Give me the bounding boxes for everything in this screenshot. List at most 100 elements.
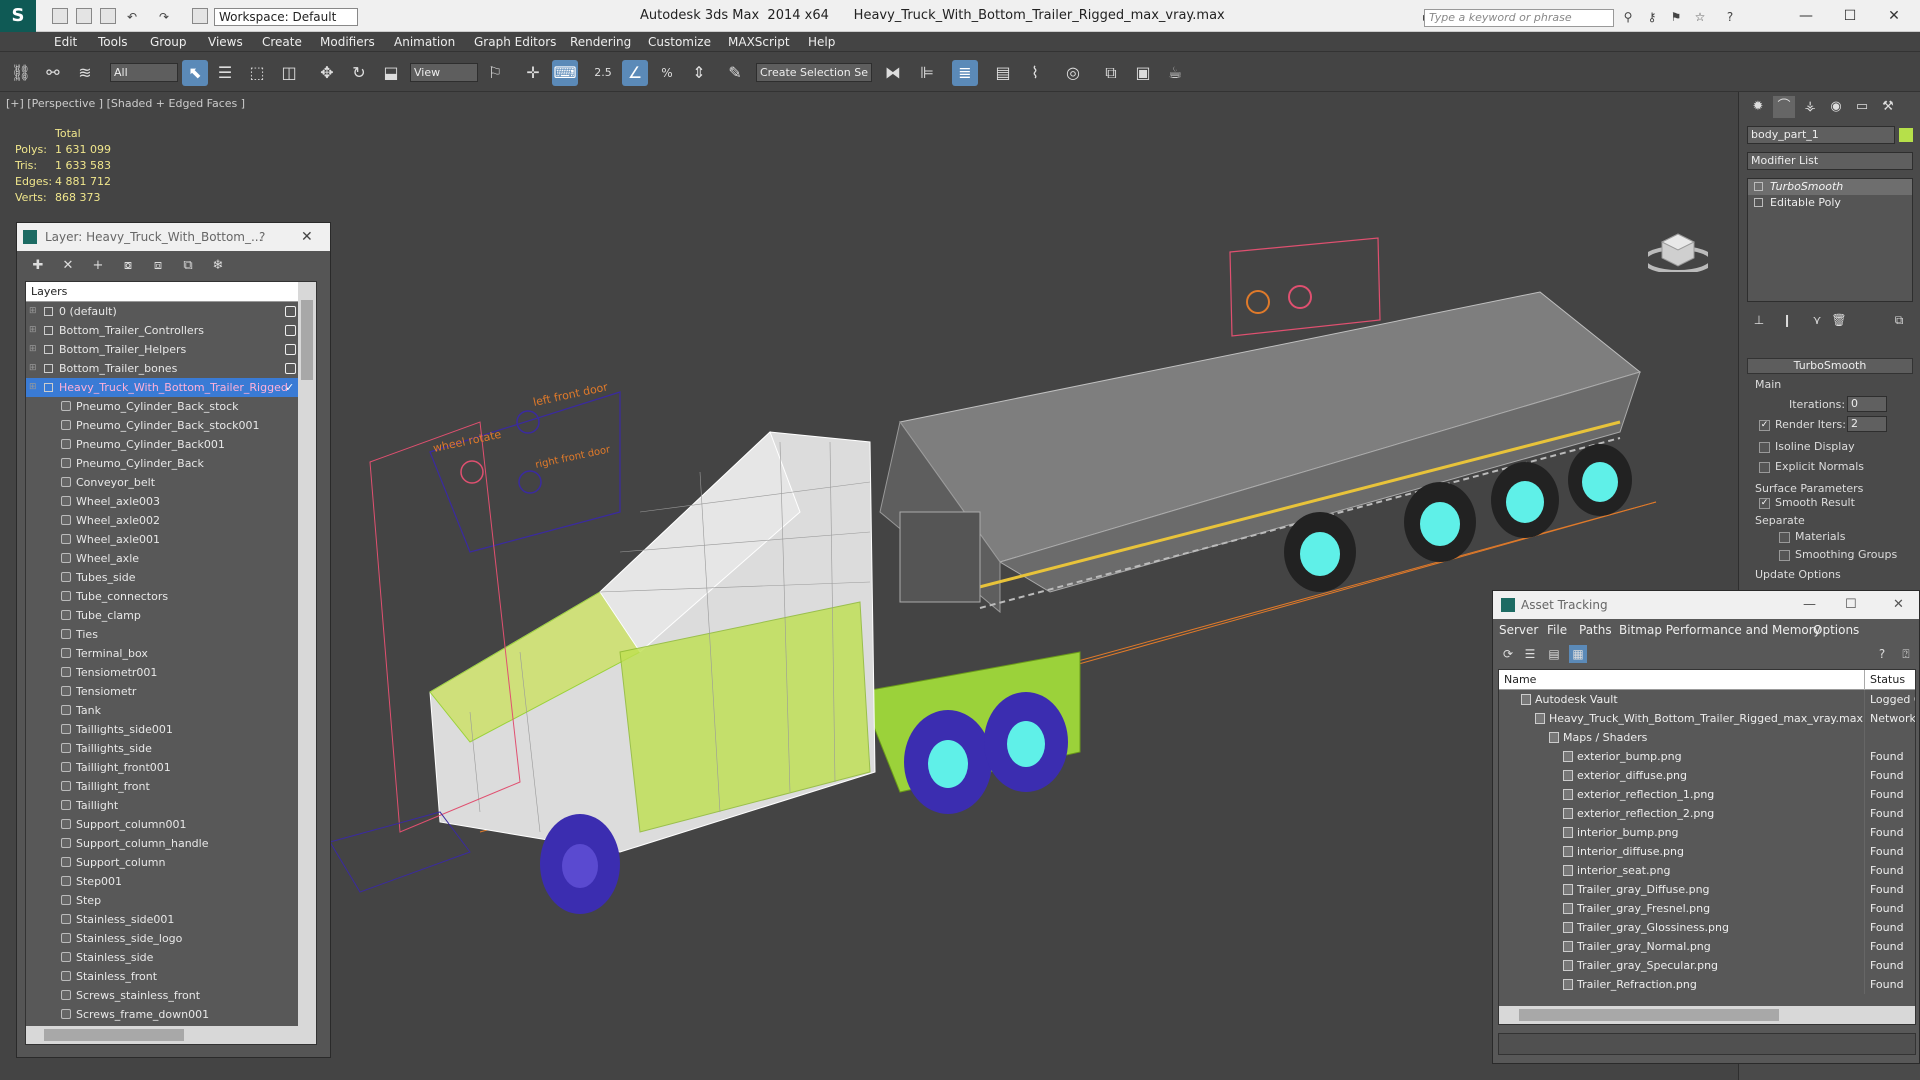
help-icon[interactable]: ?	[259, 223, 265, 251]
curve-editor-icon[interactable]: ⌇	[1022, 60, 1048, 86]
stack-item-turbosmooth[interactable]: TurboSmooth	[1748, 179, 1912, 195]
rendered-frame-window-icon[interactable]: ▣	[1130, 60, 1156, 86]
layer-row[interactable]: ⊞ 0 (default)	[26, 302, 298, 321]
favorites-star-icon[interactable]: ☆	[1692, 10, 1708, 24]
menu-help[interactable]: Help	[808, 35, 835, 49]
turbosmooth-rollout-header[interactable]: TurboSmooth	[1747, 358, 1913, 374]
create-tab-icon[interactable]: ✹	[1747, 96, 1769, 118]
show-end-result-icon[interactable]: ❙	[1777, 310, 1797, 330]
menu-views[interactable]: Views	[208, 35, 243, 49]
layer-object-row[interactable]: Wheel_axle002	[26, 511, 298, 530]
project-folder-icon[interactable]	[192, 8, 208, 24]
layer-object-row[interactable]: Wheel_axle001	[26, 530, 298, 549]
close-icon[interactable]: ✕	[1893, 591, 1904, 619]
iterations-spinner[interactable]: 0	[1847, 396, 1887, 412]
render-setup-icon[interactable]: ⧉	[1098, 60, 1124, 86]
object-color-swatch[interactable]	[1899, 128, 1913, 142]
asset-row[interactable]: interior_bump.png Found	[1499, 823, 1915, 842]
layer-object-row[interactable]: Support_column001	[26, 815, 298, 834]
new-file-icon[interactable]	[52, 8, 68, 24]
name-column-header[interactable]: Name	[1504, 670, 1536, 690]
layer-object-row[interactable]: Tensiometr001	[26, 663, 298, 682]
select-by-name-icon[interactable]: ☰	[212, 60, 238, 86]
unlink-icon[interactable]: ⚯	[40, 60, 66, 86]
scroll-thumb[interactable]	[44, 1029, 184, 1041]
asset-row[interactable]: exterior_bump.png Found	[1499, 747, 1915, 766]
display-tab-icon[interactable]: ▭	[1851, 96, 1873, 118]
menu-create[interactable]: Create	[262, 35, 302, 49]
app-logo-button[interactable]: S	[0, 0, 36, 32]
layer-object-row[interactable]: Pneumo_Cylinder_Back_stock001	[26, 416, 298, 435]
minimize-button[interactable]: —	[1786, 4, 1826, 28]
material-editor-icon[interactable]: ◎	[1060, 60, 1086, 86]
maximize-button[interactable]: ☐	[1830, 4, 1870, 28]
hide-all-layers-icon[interactable]: ⧉	[179, 257, 197, 275]
binoculars-icon[interactable]: ⚲	[1620, 10, 1636, 24]
smoothing-groups-checkbox[interactable]	[1779, 550, 1790, 561]
create-layer-icon[interactable]: ✚	[29, 257, 47, 275]
keyboard-shortcut-override-icon[interactable]: ⌨	[552, 60, 578, 86]
menu-edit[interactable]: Edit	[54, 35, 77, 49]
close-icon[interactable]: ✕	[301, 223, 313, 251]
expand-icon[interactable]: ⊞	[29, 302, 37, 321]
layer-object-row[interactable]: Conveyor_belt	[26, 473, 298, 492]
expand-icon[interactable]: ⊞	[29, 340, 37, 359]
search-input[interactable]: Type a keyword or phrase	[1424, 9, 1614, 27]
help-icon[interactable]: ?	[1722, 10, 1738, 24]
named-selection-dropdown[interactable]: Create Selection Se	[756, 63, 872, 82]
maximize-icon[interactable]: ☐	[1845, 591, 1857, 619]
smooth-result-checkbox[interactable]: ✓	[1759, 498, 1770, 509]
layer-object-row[interactable]: Tube_clamp	[26, 606, 298, 625]
render-production-icon[interactable]: ☕	[1162, 60, 1188, 86]
asset-row[interactable]: interior_seat.png Found	[1499, 861, 1915, 880]
expand-icon[interactable]	[1754, 198, 1763, 207]
asset-row[interactable]: Trailer_gray_Fresnel.png Found	[1499, 899, 1915, 918]
angle-snap-icon[interactable]: ∠	[622, 60, 648, 86]
layer-row[interactable]: ⊞ Bottom_Trailer_Helpers	[26, 340, 298, 359]
select-object-icon[interactable]: ⬉	[182, 60, 208, 86]
asset-table[interactable]: Name Status Autodesk Vault Logged OHeavy_…	[1498, 669, 1916, 1025]
delete-layer-icon[interactable]: ✕	[59, 257, 77, 275]
layer-explorer-icon[interactable]: ≣	[952, 60, 978, 86]
layers-column-header[interactable]: Layers	[26, 282, 298, 302]
mirror-icon[interactable]: ⧓	[880, 60, 906, 86]
layer-visibility-checkbox[interactable]	[285, 363, 296, 374]
window-crossing-icon[interactable]: ◫	[276, 60, 302, 86]
expand-icon[interactable]: ⊞	[29, 321, 37, 340]
asset-horizontal-scrollbar[interactable]	[1499, 1006, 1915, 1024]
layer-object-row[interactable]: Screws_stainless_front	[26, 986, 298, 1005]
scroll-thumb[interactable]	[1519, 1009, 1779, 1021]
render-iters-spinner[interactable]: 2	[1847, 416, 1887, 432]
layer-object-row[interactable]: Taillight	[26, 796, 298, 815]
layer-row[interactable]: ⊞ Bottom_Trailer_Controllers	[26, 321, 298, 340]
layer-object-row[interactable]: Tube_connectors	[26, 587, 298, 606]
layer-visibility-checkbox[interactable]	[285, 306, 296, 317]
layer-object-row[interactable]: Pneumo_Cylinder_Back_stock	[26, 397, 298, 416]
layer-object-row[interactable]: Tank	[26, 701, 298, 720]
table-view-icon[interactable]: ▦	[1569, 645, 1587, 663]
layer-object-row[interactable]: Ties	[26, 625, 298, 644]
layer-object-row[interactable]: Terminal_box	[26, 644, 298, 663]
object-name-field[interactable]: body_part_1	[1747, 126, 1895, 144]
viewcube-icon[interactable]	[1648, 222, 1708, 272]
menu-tools[interactable]: Tools	[98, 35, 128, 49]
asset-row[interactable]: Autodesk Vault Logged O	[1499, 690, 1915, 709]
reference-coordinate-dropdown[interactable]: View	[410, 63, 478, 82]
layer-row[interactable]: ⊞ ✓ Heavy_Truck_With_Bottom_Trailer_Rigged	[26, 378, 298, 397]
scroll-thumb[interactable]	[301, 300, 313, 380]
layer-object-row[interactable]: Tensiometr	[26, 682, 298, 701]
modify-tab-icon[interactable]: ⌒	[1773, 96, 1795, 118]
layer-object-row[interactable]: Stainless_side	[26, 948, 298, 967]
pin-stack-icon[interactable]: ⊥	[1749, 310, 1769, 330]
connect-icon[interactable]: ⚑	[1668, 10, 1684, 24]
modifier-list-dropdown[interactable]: Modifier List	[1747, 152, 1913, 170]
list-view-icon[interactable]: ☰	[1521, 645, 1539, 663]
remove-modifier-icon[interactable]: 🗑	[1829, 310, 1849, 330]
layer-object-row[interactable]: Stainless_side001	[26, 910, 298, 929]
rotate-icon[interactable]: ↻	[346, 60, 372, 86]
undo-icon[interactable]: ↶	[124, 10, 140, 24]
asset-tracking-titlebar[interactable]: Asset Tracking — ☐ ✕	[1493, 591, 1919, 619]
help-icon[interactable]: ?	[1873, 645, 1891, 663]
pivot-center-icon[interactable]: ⚐	[482, 60, 508, 86]
move-icon[interactable]: ✥	[314, 60, 340, 86]
